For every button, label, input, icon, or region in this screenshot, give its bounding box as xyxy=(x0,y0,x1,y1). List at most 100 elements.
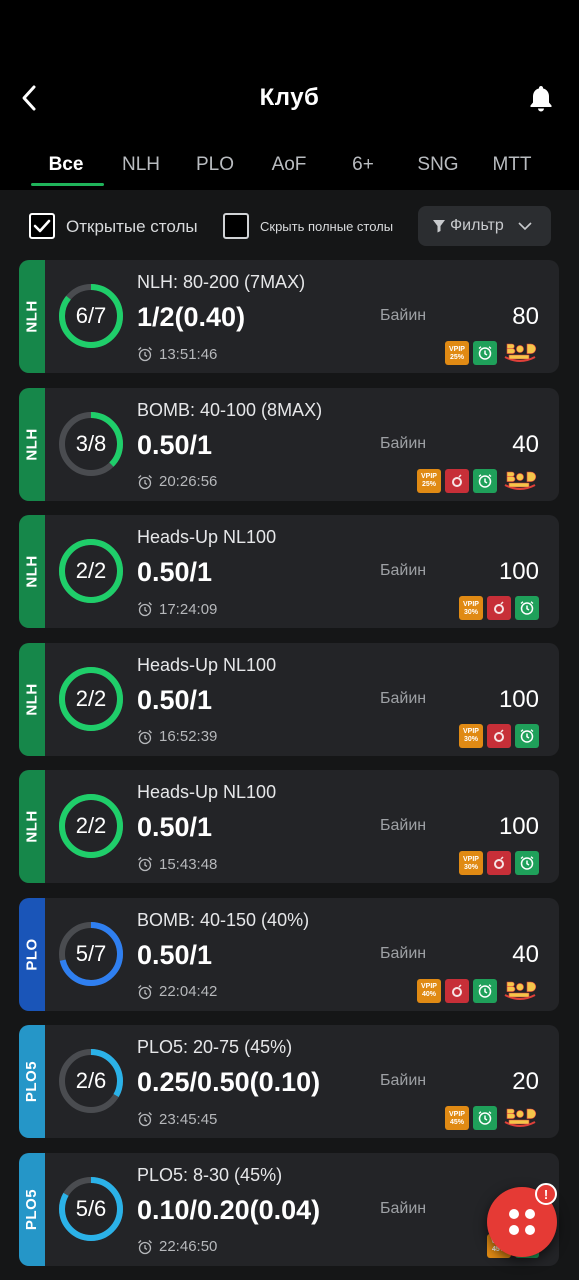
time-bank-icon xyxy=(515,851,539,875)
time-bank-icon xyxy=(473,1106,497,1130)
vpip-value: 30% xyxy=(463,608,478,616)
seats-count: 5/7 xyxy=(75,940,107,966)
table-stakes: 0.10/0.20(0.04) xyxy=(137,1194,321,1225)
buyin-value: 100 xyxy=(498,685,539,713)
table-card[interactable]: NLH 2/2 Heads-Up NL100 0.50/1 15:43:48 Байин 1… xyxy=(19,770,559,883)
table-stakes: 1/2(0.40) xyxy=(137,302,246,332)
time-bank-icon xyxy=(473,341,497,365)
funnel-icon xyxy=(433,220,445,233)
table-timer: 22:46:50 xyxy=(137,1238,217,1256)
table-stakes: 0.25/0.50(0.10) xyxy=(137,1067,321,1097)
alarm-clock-icon xyxy=(138,984,152,999)
game-type-strip: NLH xyxy=(19,387,45,501)
time-bank-icon xyxy=(473,978,497,1003)
buyin-label: Байин xyxy=(380,562,427,579)
tab-plo[interactable]: PLO xyxy=(180,154,250,176)
game-type-label: NLH xyxy=(23,427,41,461)
table-name: BOMB: 40-150 (40%) xyxy=(137,909,310,930)
bad-beat-icon xyxy=(501,979,539,1003)
app-header: Клуб Все NLH PLO AoF 6+ SNG MTT xyxy=(0,0,579,190)
open-tables-label[interactable]: Открытые столы xyxy=(66,217,198,237)
buyin-label: Байин xyxy=(380,1072,427,1089)
game-type-strip: NLH xyxy=(19,260,45,373)
table-timer: 17:24:09 xyxy=(137,600,217,618)
open-tables-checkbox[interactable] xyxy=(29,213,55,239)
table-card[interactable]: PLO5 2/6 PLO5: 20-75 (45%) 0.25/0.50(0.10) 2… xyxy=(19,1025,559,1138)
buyin-label: Байин xyxy=(380,944,427,962)
table-name: Heads-Up NL100 xyxy=(137,654,277,675)
game-type-strip: NLH xyxy=(19,770,45,883)
game-type-label: PLO5 xyxy=(23,1060,41,1103)
table-badges: VPIP 25% xyxy=(417,468,539,493)
hide-full-checkbox[interactable] xyxy=(223,213,249,239)
table-stakes: 0.50/1 xyxy=(137,557,213,587)
table-badges: VPIP 30% xyxy=(459,851,539,875)
vpip-badge: VPIP 25% xyxy=(445,341,469,365)
table-badges: VPIP 30% xyxy=(459,596,539,620)
game-type-label: NLH xyxy=(23,810,41,843)
hide-full-label[interactable]: Скрыть полные столы xyxy=(260,219,393,234)
table-time: 16:52:39 xyxy=(159,728,218,745)
vpip-value: 40% xyxy=(421,991,436,998)
tab-nlh[interactable]: NLH xyxy=(106,154,176,176)
table-time: 23:45:45 xyxy=(159,1110,218,1128)
table-badges: VPIP45% xyxy=(445,1106,539,1130)
alarm-clock-icon xyxy=(138,1112,152,1127)
vpip-badge: VPIP 30% xyxy=(459,723,483,748)
filter-button-label: Фильтр xyxy=(450,217,504,234)
game-type-strip: PLO5 xyxy=(19,1025,45,1138)
seats-count: 2/6 xyxy=(75,1068,107,1093)
grid-dots-icon xyxy=(509,1209,535,1235)
bad-beat-icon xyxy=(501,341,539,365)
table-name: PLO5: 20-75 (45%) xyxy=(137,1037,293,1057)
table-timer: 16:52:39 xyxy=(137,728,217,746)
buyin-value: 80 xyxy=(512,303,539,330)
buyin-value: 20 xyxy=(512,1068,539,1095)
game-type-strip: PLO5 xyxy=(19,1152,45,1266)
game-type-label: PLO xyxy=(23,937,41,971)
tab-sng[interactable]: SNG xyxy=(403,154,473,176)
tab-aof[interactable]: AoF xyxy=(254,154,324,176)
game-type-label: NLH xyxy=(23,300,41,333)
table-card[interactable]: PLO5 5/6 PLO5: 8-30 (45%) 0.10/0.20(0.04) 22… xyxy=(19,1152,559,1266)
table-card[interactable]: NLH 2/2 Heads-Up NL100 0.50/1 17:24:09 Байин 1… xyxy=(19,515,559,628)
table-card[interactable]: PLO 5/7 BOMB: 40-150 (40%) 0.50/1 22:04:42 Ба… xyxy=(19,897,559,1011)
bomb-icon xyxy=(445,468,469,493)
page-title: Клуб xyxy=(259,84,320,111)
chevron-down-icon xyxy=(518,221,532,230)
time-bank-icon xyxy=(515,596,539,620)
alarm-clock-icon xyxy=(138,347,152,362)
table-card[interactable]: NLH 2/2 Heads-Up NL100 0.50/1 16:52:39 Байин 1… xyxy=(19,642,559,756)
filter-button[interactable]: Фильтр xyxy=(418,206,551,246)
game-type-strip: PLO xyxy=(19,897,45,1011)
buyin-value: 100 xyxy=(498,813,539,840)
game-type-label: NLH xyxy=(23,555,41,588)
vpip-value: 25% xyxy=(449,353,464,361)
bad-beat-icon xyxy=(501,1106,539,1130)
tab-all[interactable]: Все xyxy=(31,154,101,176)
filter-bar: Открытые столы Скрыть полные столы Фильт… xyxy=(0,203,579,249)
vpip-badge: VPIP45% xyxy=(445,1106,469,1130)
tab-6plus[interactable]: 6+ xyxy=(328,154,398,176)
game-type-tabs: Все NLH PLO AoF 6+ SNG MTT xyxy=(0,150,579,186)
vpip-value: 45% xyxy=(449,1118,464,1126)
table-card[interactable]: NLH 3/8 BOMB: 40-100 (8MAX) 0.50/1 20:26:56 Б… xyxy=(19,387,559,501)
table-card[interactable]: NLH 6/7 NLH: 80-200 (7MAX) 1/2(0.40) 13:51:4… xyxy=(19,260,559,373)
vpip-value: 30% xyxy=(463,736,478,743)
active-tab-indicator xyxy=(31,183,104,186)
notifications-button[interactable] xyxy=(526,82,556,114)
table-badges: VPIP 30% xyxy=(459,723,539,748)
tab-mtt[interactable]: MTT xyxy=(477,154,547,176)
table-badges: VPIP 40% xyxy=(417,978,539,1003)
time-bank-icon xyxy=(473,468,497,493)
vpip-badge: VPIP 25% xyxy=(417,468,441,493)
table-stakes: 0.50/1 xyxy=(137,429,213,460)
buyin-label: Байин xyxy=(380,1199,427,1217)
table-name: BOMB: 40-100 (8MAX) xyxy=(137,399,323,420)
vpip-badge: VPIP 30% xyxy=(459,596,483,620)
table-stakes: 0.50/1 xyxy=(137,684,213,715)
seats-count: 3/8 xyxy=(75,430,107,456)
buyin-label: Байин xyxy=(380,307,427,324)
vpip-value: 25% xyxy=(421,481,436,488)
alarm-clock-icon xyxy=(138,857,152,872)
